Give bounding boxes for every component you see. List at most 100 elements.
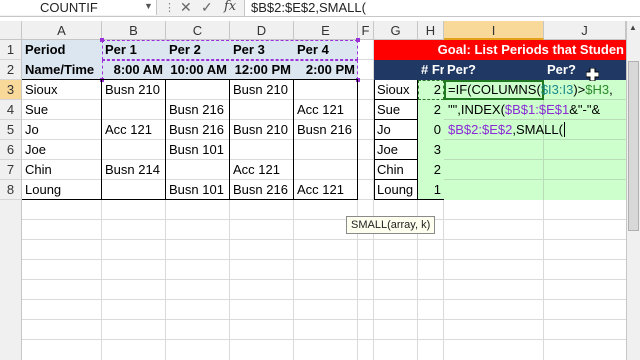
column-header-c[interactable]: C	[166, 21, 230, 40]
column-header-f[interactable]: F	[358, 21, 374, 40]
reference-h3	[418, 80, 444, 100]
cell-b5[interactable]: Acc 121	[102, 120, 166, 140]
column-header-e[interactable]: E	[294, 21, 358, 40]
column-header-i[interactable]: I	[444, 21, 544, 40]
table-border	[374, 179, 418, 180]
column-header-g[interactable]: G	[374, 21, 418, 40]
cell-b8[interactable]	[102, 180, 166, 200]
row-header-8[interactable]: 8	[0, 180, 22, 200]
cell-g4[interactable]: Sue	[374, 100, 418, 120]
formula-fragment: ,	[609, 82, 613, 97]
formula-ref-h3: $H3	[585, 82, 610, 97]
cell-h6[interactable]: 3	[418, 140, 444, 160]
cell-h2[interactable]: # Fr	[418, 60, 444, 80]
column-header-b[interactable]: B	[102, 21, 166, 40]
cell-g6[interactable]: Joe	[374, 140, 418, 160]
vertical-scrollbar[interactable]: ▲	[626, 21, 640, 360]
scroll-up-icon[interactable]: ▲	[629, 23, 637, 32]
goal-banner[interactable]: Goal: List Periods that Studen	[374, 40, 626, 60]
function-tooltip[interactable]: SMALL(array, k)	[346, 216, 436, 234]
cell-c8[interactable]: Busn 101	[166, 180, 230, 200]
formula-fragment: &"-"&	[569, 102, 601, 117]
row-header-3[interactable]: 3	[0, 80, 22, 100]
scroll-thumb[interactable]	[628, 61, 639, 231]
text-cursor	[563, 122, 565, 137]
cell-d6[interactable]	[230, 140, 294, 160]
cell-e5[interactable]: Busn 216	[294, 120, 358, 140]
cell-c4[interactable]: Busn 216	[166, 100, 230, 120]
column-header-d[interactable]: D	[230, 21, 294, 40]
cell-a7[interactable]: Chin	[22, 160, 102, 180]
gridline	[22, 259, 626, 260]
cell-i2[interactable]: Per?	[444, 60, 544, 80]
cell-a2[interactable]: Name/Time	[22, 60, 102, 80]
row-header-6[interactable]: 6	[0, 140, 22, 160]
formula-fragment: =IF(COLUMNS(	[448, 82, 541, 97]
table-border	[229, 80, 230, 200]
cell-h8[interactable]: 1	[418, 180, 444, 200]
table-border	[374, 199, 444, 200]
cell-b7[interactable]: Busn 214	[102, 160, 166, 180]
row-header-5[interactable]: 5	[0, 120, 22, 140]
cell-a1[interactable]: Period	[22, 40, 102, 60]
name-box[interactable]: COUNTIF ▼	[0, 0, 157, 15]
row-header-4[interactable]: 4	[0, 100, 22, 120]
cell-h5[interactable]: 0	[418, 120, 444, 140]
cell-c6[interactable]: Busn 101	[166, 140, 230, 160]
chevron-down-icon[interactable]: ▼	[144, 1, 153, 11]
column-header-h[interactable]: H	[418, 21, 444, 40]
cell-e6[interactable]	[294, 140, 358, 160]
cell-e4[interactable]: Acc 121	[294, 100, 358, 120]
cell-d3[interactable]: Busn 210	[230, 80, 294, 100]
cell-h4[interactable]: 2	[418, 100, 444, 120]
range-handle[interactable]	[100, 38, 104, 42]
separator-icon: ⋮	[164, 2, 175, 14]
cell-b3[interactable]: Busn 210	[102, 80, 166, 100]
formula-input[interactable]: $B$2:$E$2,SMALL(	[244, 0, 640, 16]
cell-e8[interactable]: Acc 121	[294, 180, 358, 200]
cell-a5[interactable]: Jo	[22, 120, 102, 140]
enter-icon[interactable]: ✓	[201, 0, 213, 16]
row-header-2[interactable]: 2	[0, 60, 22, 80]
cell-b6[interactable]	[102, 140, 166, 160]
gridline	[444, 179, 626, 180]
cell-e7[interactable]	[294, 160, 358, 180]
table-border	[101, 80, 102, 200]
select-all-corner[interactable]	[0, 21, 22, 40]
cell-e3[interactable]	[294, 80, 358, 100]
insert-function-icon[interactable]: fx	[224, 0, 236, 14]
cell-g3[interactable]: Sioux	[374, 80, 418, 100]
column-header-j[interactable]: J	[544, 21, 626, 40]
cell-c5[interactable]: Busn 216	[166, 120, 230, 140]
cell-c3[interactable]	[166, 80, 230, 100]
range-handle[interactable]	[356, 38, 360, 42]
cell-g5[interactable]: Jo	[374, 120, 418, 140]
cell-d4[interactable]	[230, 100, 294, 120]
cell-d8[interactable]: Busn 216	[230, 180, 294, 200]
cell-a3[interactable]: Sioux	[22, 80, 102, 100]
cell-d7[interactable]: Acc 121	[230, 160, 294, 180]
formula-bar: COUNTIF ▼ ⋮ ✕ ✓ fx $B$2:$E$2,SMALL(	[0, 0, 640, 17]
cancel-icon[interactable]: ✕	[180, 0, 192, 16]
row-header-1[interactable]: 1	[0, 40, 22, 60]
formula-edit-line-1[interactable]: =IF(COLUMNS($I3:I3)>$H3,	[448, 80, 613, 100]
row-header-7[interactable]: 7	[0, 160, 22, 180]
cell-h7[interactable]: 2	[418, 160, 444, 180]
header-fill-g2	[374, 60, 418, 80]
cell-a8[interactable]: Loung	[22, 180, 102, 200]
cell-a6[interactable]: Joe	[22, 140, 102, 160]
cell-g8[interactable]: Loung	[374, 180, 418, 200]
cell-a4[interactable]: Sue	[22, 100, 102, 120]
cell-g7[interactable]: Chin	[374, 160, 418, 180]
cell-d5[interactable]: Busn 210	[230, 120, 294, 140]
formula-text: $B$2:$E$2,SMALL(	[251, 0, 366, 15]
table-border	[357, 80, 358, 200]
table-border	[374, 159, 418, 160]
formula-edit-line-3[interactable]: $B$2:$E$2,SMALL(	[448, 120, 565, 140]
cell-c7[interactable]	[166, 160, 230, 180]
formula-fragment: "",INDEX(	[448, 102, 505, 117]
cell-b4[interactable]	[102, 100, 166, 120]
formula-edit-line-2[interactable]: "",INDEX($B$1:$E$1&"-"&	[448, 100, 600, 120]
column-header-a[interactable]: A	[22, 21, 102, 40]
cell-j2[interactable]: Per?	[544, 60, 626, 80]
